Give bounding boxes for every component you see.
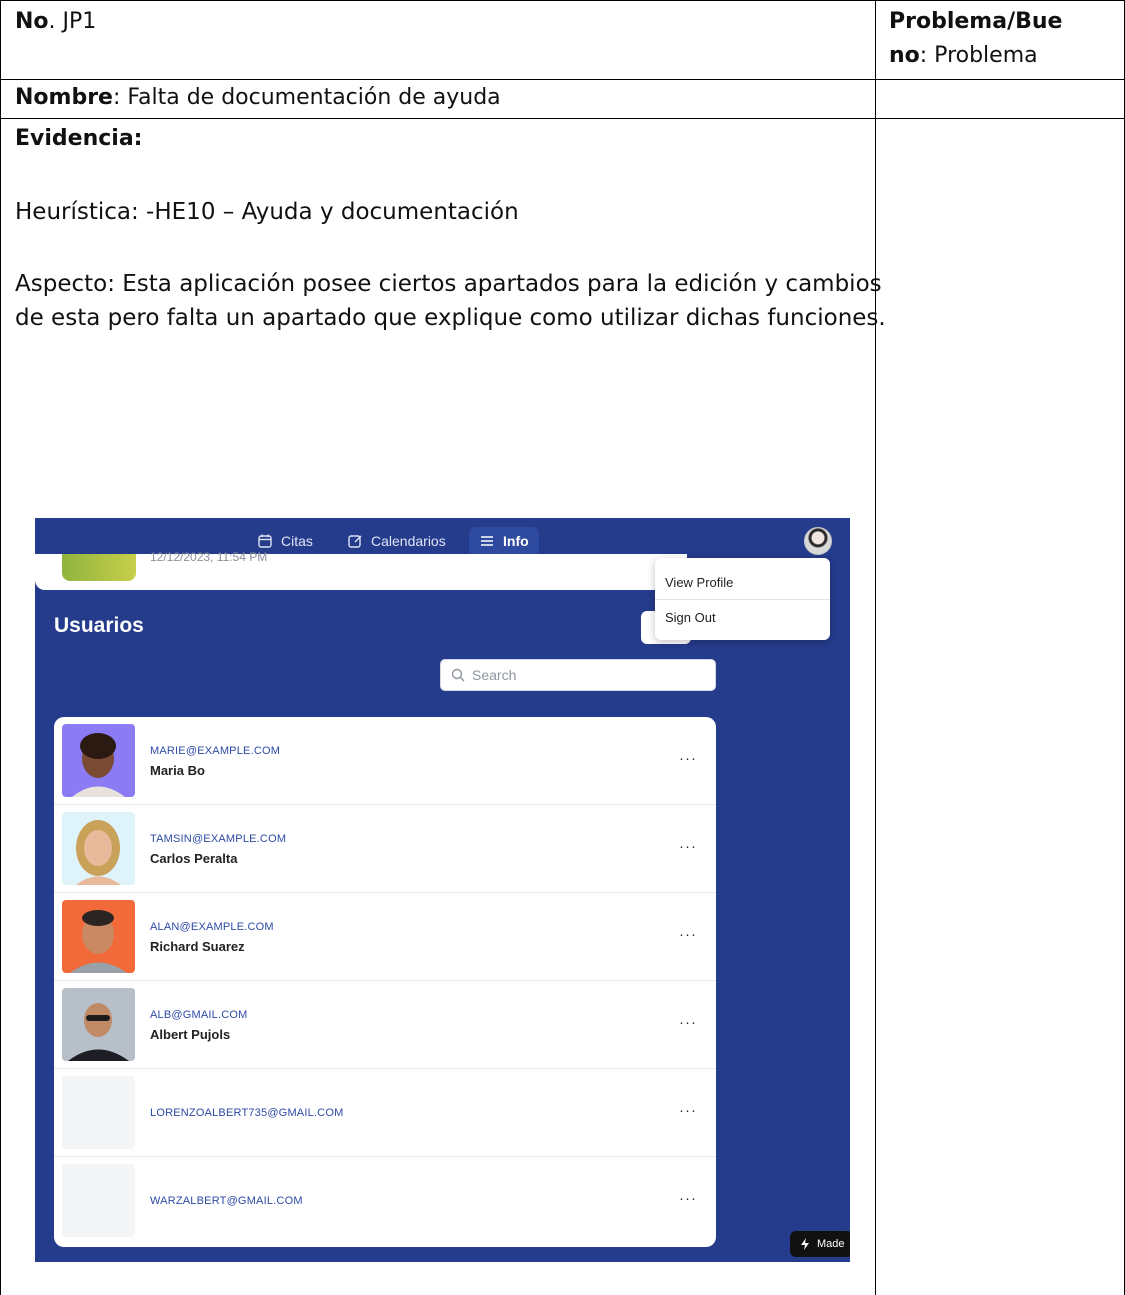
row-divider-1 — [0, 79, 1125, 80]
menu-view-profile[interactable]: View Profile — [665, 575, 733, 590]
nav-info[interactable]: Info — [469, 527, 539, 555]
row-divider-2 — [0, 118, 1125, 119]
user-email: ALB@GMAIL.COM — [150, 1009, 248, 1021]
user-name: Maria Bo — [150, 763, 205, 778]
type-value: no: Problema — [889, 43, 1038, 68]
aspect-line-2: de esta pero falta un apartado que expli… — [15, 305, 886, 331]
search-placeholder: Search — [472, 667, 517, 683]
nav-calendarios[interactable]: Calendarios — [337, 527, 456, 555]
more-options-icon[interactable]: ··· — [679, 926, 697, 943]
list-item[interactable]: TAMSIN@EXAMPLE.COM Carlos Peralta ··· — [54, 805, 716, 893]
previous-card-timestamp: 12/12/2023, 11:54 PM — [150, 550, 268, 564]
profile-dropdown-menu: View Profile Sign Out — [655, 558, 830, 640]
evidence-label: Evidencia: — [15, 126, 143, 151]
previous-card: 12/12/2023, 11:54 PM — [35, 550, 687, 590]
case-name: Nombre: Falta de documentación de ayuda — [15, 85, 501, 110]
made-badge[interactable]: Made — [790, 1231, 850, 1257]
more-options-icon[interactable]: ··· — [679, 838, 697, 855]
column-divider — [875, 0, 876, 1295]
user-avatar[interactable] — [804, 527, 832, 555]
calendar-icon — [258, 534, 272, 548]
user-photo — [62, 812, 135, 885]
search-input[interactable]: Search — [440, 659, 716, 691]
user-email: ALAN@EXAMPLE.COM — [150, 921, 274, 933]
user-name: Richard Suarez — [150, 939, 245, 954]
user-email: WARZALBERT@GMAIL.COM — [150, 1195, 303, 1207]
page-title: Usuarios — [54, 614, 144, 637]
list-item[interactable]: MARIE@EXAMPLE.COM Maria Bo ··· — [54, 717, 716, 805]
search-icon — [451, 668, 465, 682]
user-photo-placeholder — [62, 1164, 135, 1237]
menu-divider — [655, 599, 830, 600]
previous-card-thumbnail — [62, 554, 136, 581]
table-border-top — [0, 0, 1125, 1]
nav-info-label: Info — [503, 533, 529, 549]
user-photo — [62, 988, 135, 1061]
more-options-icon[interactable]: ··· — [679, 1190, 697, 1207]
heuristic-line: Heurística: -HE10 – Ayuda y documentació… — [15, 199, 519, 225]
nav-citas-label: Citas — [281, 533, 313, 549]
user-photo — [62, 724, 135, 797]
menu-lines-icon — [481, 536, 493, 546]
user-photo-placeholder — [62, 1076, 135, 1149]
user-name: Carlos Peralta — [150, 851, 238, 866]
list-item[interactable]: LORENZOALBERT735@GMAIL.COM ··· — [54, 1069, 716, 1157]
aspect-line-1: Aspecto: Esta aplicación posee ciertos a… — [15, 271, 882, 297]
menu-sign-out[interactable]: Sign Out — [665, 610, 716, 625]
user-email: MARIE@EXAMPLE.COM — [150, 745, 281, 757]
type-label-line1: Problema/Bue — [889, 9, 1063, 34]
user-email: TAMSIN@EXAMPLE.COM — [150, 833, 287, 845]
list-item[interactable]: ALB@GMAIL.COM Albert Pujols ··· — [54, 981, 716, 1069]
list-item[interactable]: ALAN@EXAMPLE.COM Richard Suarez ··· — [54, 893, 716, 981]
made-badge-label: Made — [817, 1238, 845, 1250]
table-border-left — [0, 0, 1, 1295]
nav-calendarios-label: Calendarios — [371, 533, 446, 549]
user-email: LORENZOALBERT735@GMAIL.COM — [150, 1107, 344, 1119]
case-number: No. JP1 — [15, 9, 97, 34]
bolt-icon — [801, 1238, 809, 1250]
user-name: Albert Pujols — [150, 1027, 231, 1042]
user-photo — [62, 900, 135, 973]
user-list: MARIE@EXAMPLE.COM Maria Bo ··· TAMSIN@EX… — [54, 717, 716, 1247]
more-options-icon[interactable]: ··· — [679, 1102, 697, 1119]
edit-calendar-icon — [348, 535, 362, 548]
app-screenshot: Citas Calendarios Info 12/12/2023, 11:54… — [35, 518, 850, 1262]
more-options-icon[interactable]: ··· — [679, 750, 697, 767]
more-options-icon[interactable]: ··· — [679, 1014, 697, 1031]
list-item[interactable]: WARZALBERT@GMAIL.COM ··· — [54, 1157, 716, 1245]
